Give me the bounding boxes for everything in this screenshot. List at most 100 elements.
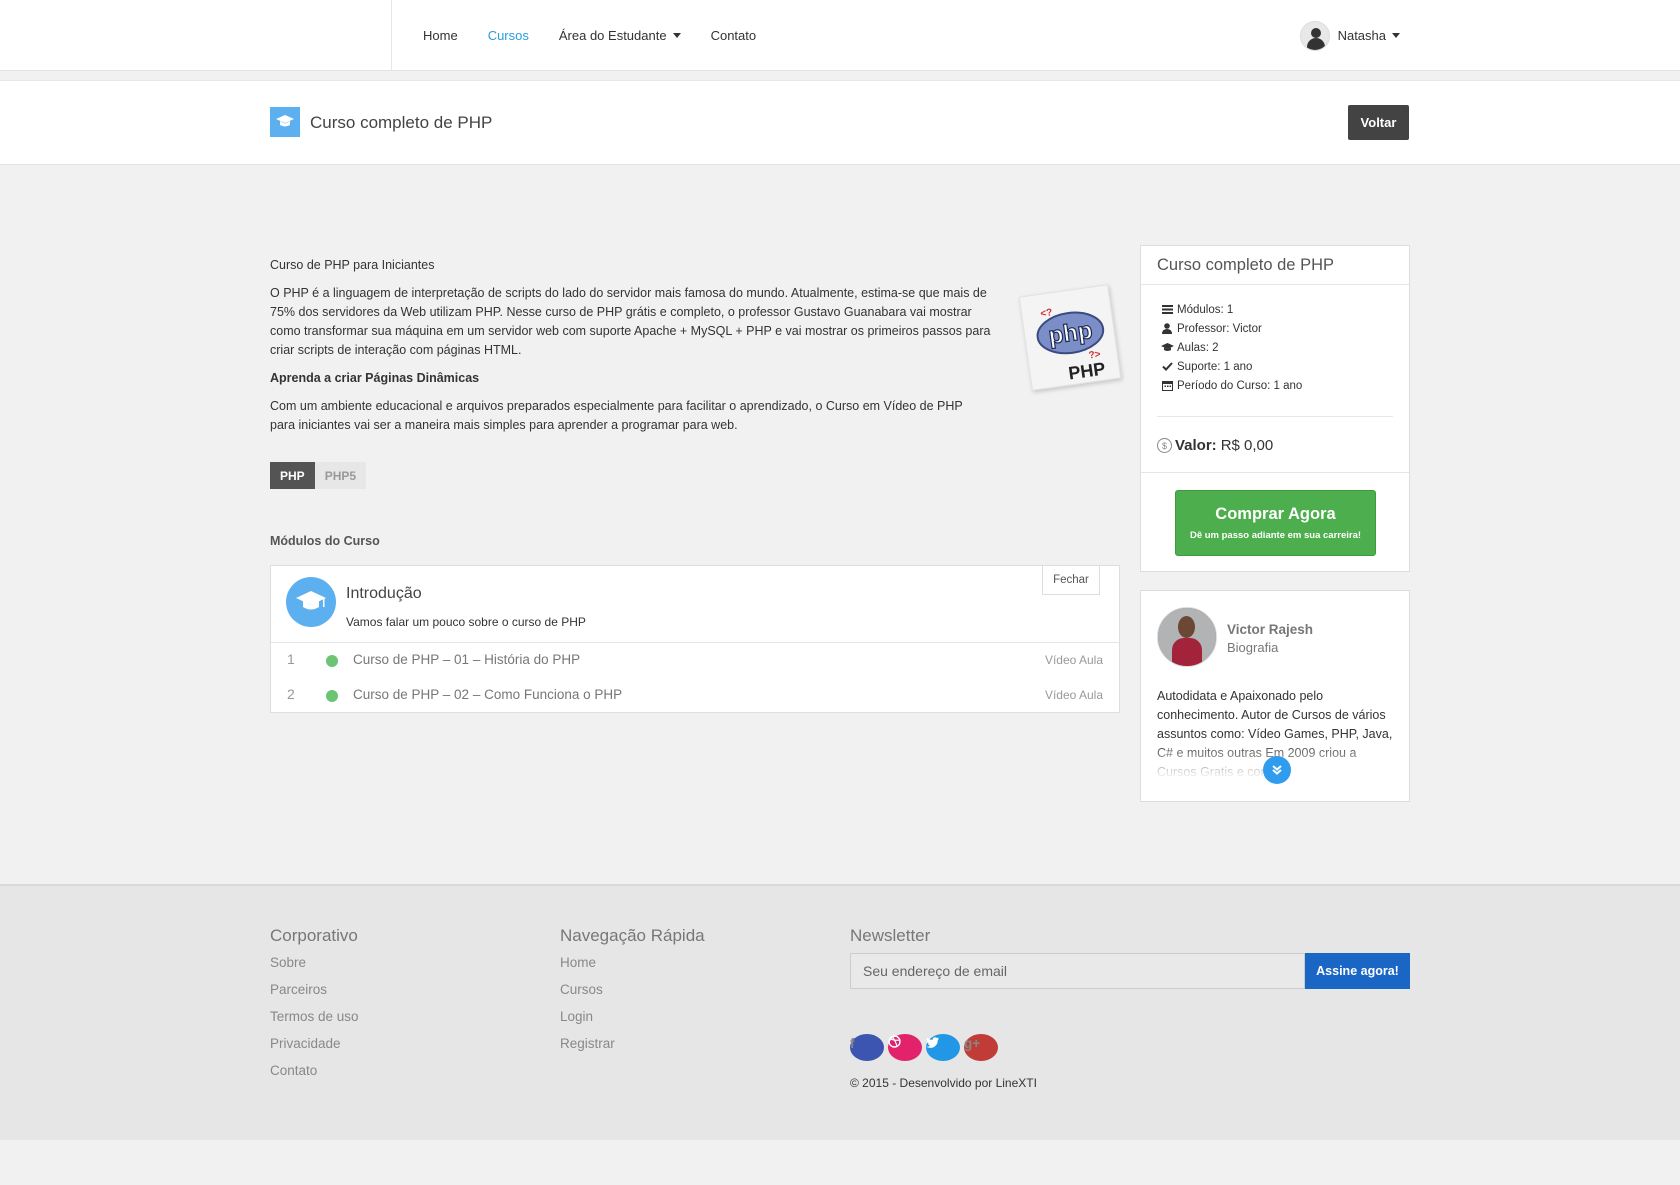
status-dot-icon (326, 690, 338, 702)
author-avatar (1157, 607, 1217, 667)
module-panel: Introdução Vamos falar um pouco sobre o … (270, 565, 1120, 713)
user-icon (1160, 323, 1174, 334)
lesson-title[interactable]: Curso de PHP – 01 – História do PHP (353, 652, 580, 667)
footer-heading: Newsletter (850, 926, 931, 945)
main-nav: Home Cursos Área do Estudante Contato (408, 0, 771, 71)
footer-heading: Navegação Rápida (560, 926, 705, 945)
status-dot-icon (326, 655, 338, 667)
buy-now-button[interactable]: Comprar Agora Dê um passo adiante em sua… (1175, 490, 1376, 556)
module-title: Introdução (346, 585, 422, 602)
footer-navegacao: Navegação Rápida Home Cursos Login Regis… (560, 926, 705, 1061)
tag-list: PHP PHP5 (270, 462, 367, 489)
nav-home[interactable]: Home (408, 0, 473, 71)
footer-link-termos[interactable]: Termos de uso (270, 1007, 359, 1034)
copyright: © 2015 - Desenvolvido por LineXTI (850, 1076, 1037, 1090)
footer-link-home[interactable]: Home (560, 953, 705, 980)
user-name: Natasha (1337, 28, 1386, 43)
php-logo-text-2: PHP (1067, 359, 1106, 384)
course-info-card: Curso completo de PHP Módulos: 1 Profess… (1140, 245, 1410, 572)
footer-link-registrar[interactable]: Registrar (560, 1034, 705, 1061)
newsletter-email-input[interactable] (850, 953, 1305, 989)
nav-contato-label: Contato (710, 28, 757, 43)
back-button[interactable]: Voltar (1348, 105, 1409, 140)
divider (1141, 284, 1409, 285)
nav-cursos-label: Cursos (487, 28, 529, 43)
divider (1157, 416, 1393, 417)
nav-area-estudante-label: Área do Estudante (558, 28, 667, 43)
lesson-number: 2 (287, 686, 295, 702)
author-card: Victor Rajesh Biografia Autodidata e Apa… (1140, 590, 1410, 802)
price-label: Valor: (1175, 437, 1217, 454)
money-bag-icon: $ (1157, 438, 1172, 453)
divider (271, 642, 1119, 643)
page-header: Curso completo de PHP Voltar (0, 80, 1680, 165)
caret-down-icon (1392, 33, 1400, 38)
close-module-button[interactable]: Fechar (1042, 566, 1100, 595)
module-subtitle: Vamos falar um pouco sobre o curso de PH… (346, 615, 586, 629)
google-plus-icon[interactable]: g+ (964, 1034, 998, 1061)
lesson-title[interactable]: Curso de PHP – 02 – Como Funciona o PHP (353, 687, 622, 702)
user-avatar-icon (1299, 20, 1330, 51)
info-row-text: Suporte: 1 ano (1177, 360, 1253, 373)
graduation-cap-icon (286, 577, 336, 627)
calendar-icon (1160, 380, 1174, 391)
nav-contato[interactable]: Contato (696, 0, 772, 71)
footer-link-parceiros[interactable]: Parceiros (270, 980, 359, 1007)
php-logo-image: <? php ?> PHP (1018, 284, 1122, 391)
facebook-icon[interactable]: f (850, 1034, 884, 1061)
info-list: Módulos: 1 Professor: Victor Aulas: 2 Su… (1160, 300, 1302, 395)
price-value: R$ 0,00 (1220, 437, 1274, 454)
info-row-text: Professor: Victor (1177, 322, 1262, 335)
footer-newsletter: Newsletter Assine agora! f g+ © 2015 - D… (850, 926, 1410, 1090)
info-row-text: Módulos: 1 (1177, 303, 1234, 316)
footer-link-cursos[interactable]: Cursos (560, 980, 705, 1007)
footer-link-contato[interactable]: Contato (270, 1061, 359, 1088)
info-row-modulos: Módulos: 1 (1160, 300, 1302, 319)
lesson-row[interactable]: 1 Curso de PHP – 01 – História do PHP Ví… (271, 644, 1119, 674)
graduation-cap-icon (1160, 342, 1174, 353)
footer: Corporativo Sobre Parceiros Termos de us… (0, 884, 1680, 1140)
footer-link-login[interactable]: Login (560, 1007, 705, 1034)
footer-corporativo: Corporativo Sobre Parceiros Termos de us… (270, 926, 359, 1088)
lesson-type: Vídeo Aula (1044, 653, 1103, 667)
buy-now-label: Comprar Agora (1215, 505, 1336, 523)
lesson-row[interactable]: 2 Curso de PHP – 02 – Como Funciona o PH… (271, 679, 1119, 709)
description-intro: Curso de PHP para Iniciantes (270, 258, 435, 272)
graduation-cap-icon (270, 107, 300, 137)
caret-down-icon (672, 33, 681, 38)
info-row-text: Aulas: 2 (1177, 341, 1219, 354)
nav-cursos[interactable]: Cursos (473, 0, 544, 71)
info-row-professor: Professor: Victor (1160, 319, 1302, 338)
dribbble-icon[interactable] (888, 1034, 922, 1061)
newsletter-subscribe-button[interactable]: Assine agora! (1305, 953, 1410, 989)
twitter-icon[interactable] (926, 1034, 960, 1061)
brand-area (0, 0, 392, 71)
tag-php5[interactable]: PHP5 (314, 462, 367, 489)
info-row-aulas: Aulas: 2 (1160, 338, 1302, 357)
footer-heading: Corporativo (270, 926, 358, 945)
course-description: Curso de PHP para Iniciantes O PHP é a l… (270, 256, 1000, 444)
buy-now-subtitle: Dê um passo adiante em sua carreira! (1189, 530, 1362, 541)
double-chevron-down-icon (1272, 765, 1282, 775)
social-links: f g+ (850, 1034, 1410, 1061)
nav-area-estudante[interactable]: Área do Estudante (544, 0, 696, 71)
modules-heading: Módulos do Curso (270, 534, 380, 548)
info-row-periodo: Período do Curso: 1 ano (1160, 376, 1302, 395)
description-subheading: Aprenda a criar Páginas Dinâmicas (270, 371, 480, 385)
footer-link-privacidade[interactable]: Privacidade (270, 1034, 359, 1061)
author-role: Biografia (1227, 640, 1279, 655)
price-line: $ Valor: R$ 0,00 (1157, 437, 1273, 454)
top-navbar: Home Cursos Área do Estudante Contato Na… (0, 0, 1680, 71)
newsletter-form: Assine agora! (850, 953, 1410, 989)
info-row-text: Período do Curso: 1 ano (1177, 379, 1303, 392)
expand-bio-button[interactable] (1263, 756, 1291, 784)
info-card-title: Curso completo de PHP (1157, 256, 1334, 274)
check-icon (1160, 362, 1174, 371)
tag-php[interactable]: PHP (270, 462, 315, 489)
author-name: Victor Rajesh (1227, 622, 1314, 637)
footer-link-sobre[interactable]: Sobre (270, 953, 359, 980)
description-paragraph: Com um ambiente educacional e arquivos p… (270, 399, 963, 432)
divider (1141, 472, 1409, 473)
user-menu[interactable]: Natasha (1299, 20, 1400, 51)
page-title: Curso completo de PHP (310, 113, 493, 132)
